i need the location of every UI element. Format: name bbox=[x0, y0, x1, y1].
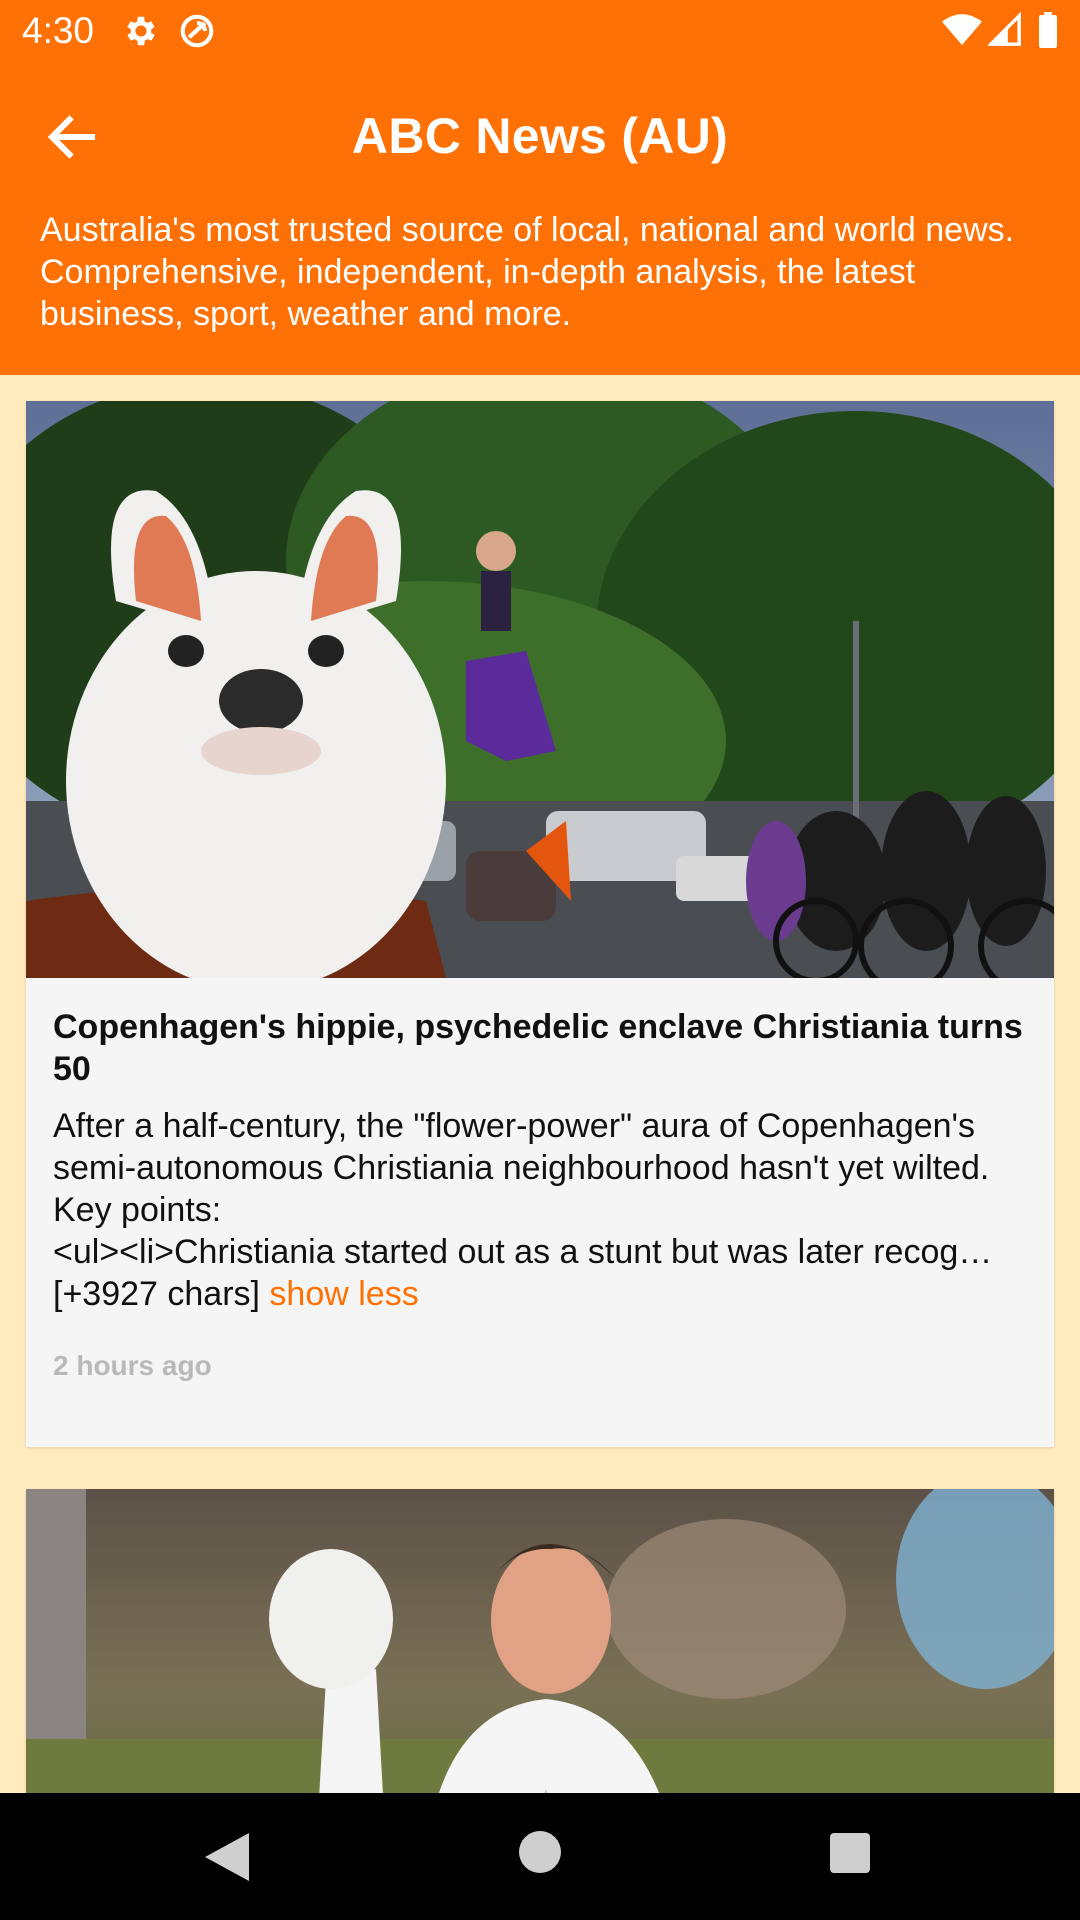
article-description: After a half-century, the "flower-power"… bbox=[53, 1105, 1027, 1315]
app-header: ABC News (AU) Australia's most trusted s… bbox=[0, 63, 1080, 375]
article-description-text: After a half-century, the "flower-power"… bbox=[53, 1107, 993, 1313]
sync-icon bbox=[180, 14, 214, 48]
status-time: 4:30 bbox=[22, 10, 95, 51]
article-feed[interactable]: Copenhagen's hippie, psychedelic enclave… bbox=[0, 375, 1080, 1793]
nav-recents-icon[interactable] bbox=[830, 1833, 870, 1873]
gear-icon bbox=[127, 16, 155, 46]
article-card[interactable] bbox=[26, 1489, 1054, 1793]
system-nav-bar bbox=[0, 1793, 1080, 1920]
source-description: Australia's most trusted source of local… bbox=[40, 211, 1015, 333]
article-image[interactable] bbox=[26, 1489, 1054, 1793]
nav-back-icon[interactable] bbox=[205, 1833, 249, 1881]
article-body: Copenhagen's hippie, psychedelic enclave… bbox=[53, 978, 1027, 1382]
nav-home-icon[interactable] bbox=[519, 1831, 561, 1873]
battery-icon bbox=[1039, 12, 1057, 48]
article-title[interactable]: Copenhagen's hippie, psychedelic enclave… bbox=[53, 1006, 1027, 1090]
page-title: ABC News (AU) bbox=[351, 108, 729, 164]
show-less-link[interactable]: show less bbox=[269, 1275, 418, 1313]
article-image[interactable] bbox=[26, 401, 1054, 978]
wifi-icon bbox=[942, 14, 982, 45]
article-timestamp: 2 hours ago bbox=[53, 1350, 212, 1381]
status-bar: 4:30 bbox=[0, 0, 1080, 63]
signal-icon bbox=[988, 12, 1021, 46]
article-card[interactable]: Copenhagen's hippie, psychedelic enclave… bbox=[26, 401, 1054, 1447]
